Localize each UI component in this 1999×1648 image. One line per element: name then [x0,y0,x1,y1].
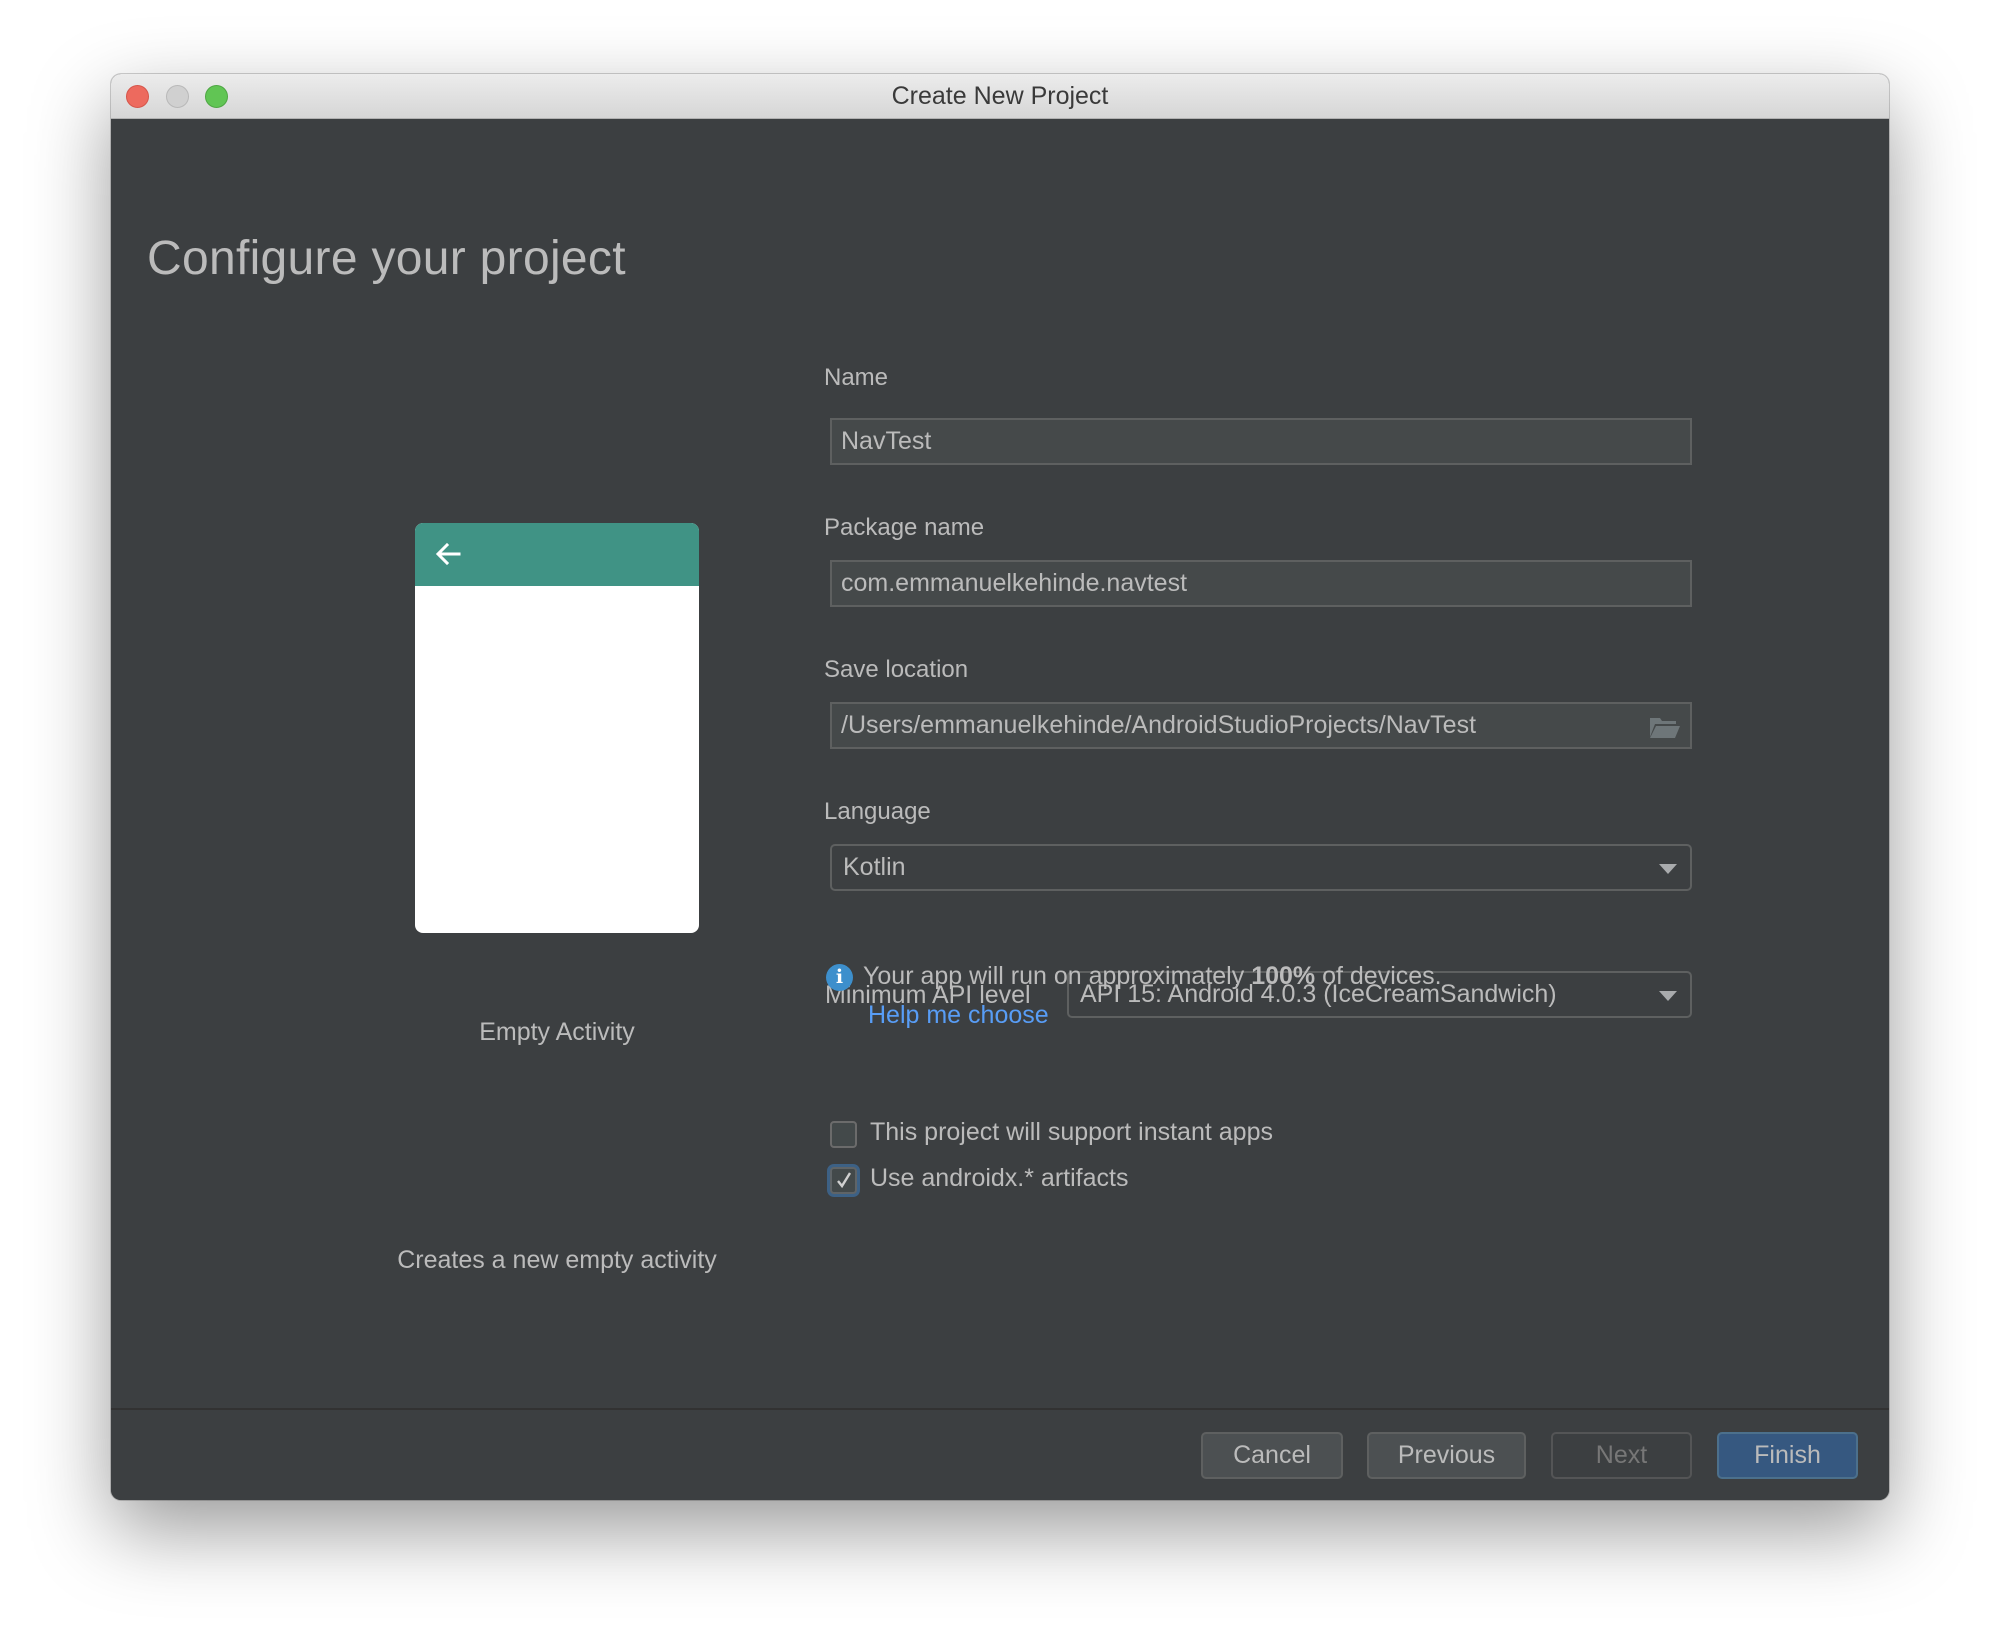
folder-open-icon[interactable] [1649,716,1681,738]
dialog-content: Configure your project Empty Activity Cr… [111,119,1889,1500]
create-new-project-window: Create New Project Configure your projec… [111,74,1889,1500]
name-field[interactable]: NavTest [830,418,1692,465]
chevron-down-icon [1659,991,1677,1001]
package-name-field[interactable]: com.emmanuelkehinde.navtest [830,560,1692,607]
template-name: Empty Activity [479,1018,635,1046]
template-preview [415,523,699,933]
footer-divider [111,1408,1889,1410]
preview-toolbar [415,523,699,586]
coverage-percent: 100% [1251,962,1316,990]
androidx-checkbox[interactable] [830,1167,857,1194]
coverage-suffix: of devices. [1315,962,1442,990]
coverage-prefix: Your app will run on approximately [863,962,1252,990]
save-location-label: Save location [824,656,969,683]
next-button[interactable]: Next [1551,1432,1692,1479]
cancel-button[interactable]: Cancel [1201,1432,1343,1479]
finish-button[interactable]: Finish [1717,1432,1858,1479]
chevron-down-icon [1659,864,1677,874]
page-title: Configure your project [147,232,626,285]
name-label: Name [824,364,889,391]
info-icon: i [826,964,853,991]
package-name-label: Package name [824,514,985,541]
previous-button[interactable]: Previous [1367,1432,1526,1479]
name-value: NavTest [841,427,932,455]
title-bar: Create New Project [111,74,1889,119]
template-description: Creates a new empty activity [397,1246,717,1274]
instant-apps-checkbox[interactable] [830,1121,857,1148]
arrow-left-icon [435,542,461,566]
device-coverage-text: Your app will run on approximately 100% … [863,962,1442,991]
help-me-choose-link[interactable]: Help me choose [868,1001,1049,1030]
window-title: Create New Project [891,82,1109,110]
language-value: Kotlin [843,853,906,881]
checkmark-icon [837,1172,852,1189]
save-location-value: /Users/emmanuelkehinde/AndroidStudioProj… [841,711,1477,739]
instant-apps-label[interactable]: This project will support instant apps [870,1118,1273,1147]
save-location-field[interactable]: /Users/emmanuelkehinde/AndroidStudioProj… [830,702,1692,749]
androidx-label[interactable]: Use androidx.* artifacts [870,1164,1128,1193]
language-label: Language [824,798,931,825]
package-name-value: com.emmanuelkehinde.navtest [841,569,1188,597]
language-dropdown[interactable]: Kotlin [830,844,1692,891]
